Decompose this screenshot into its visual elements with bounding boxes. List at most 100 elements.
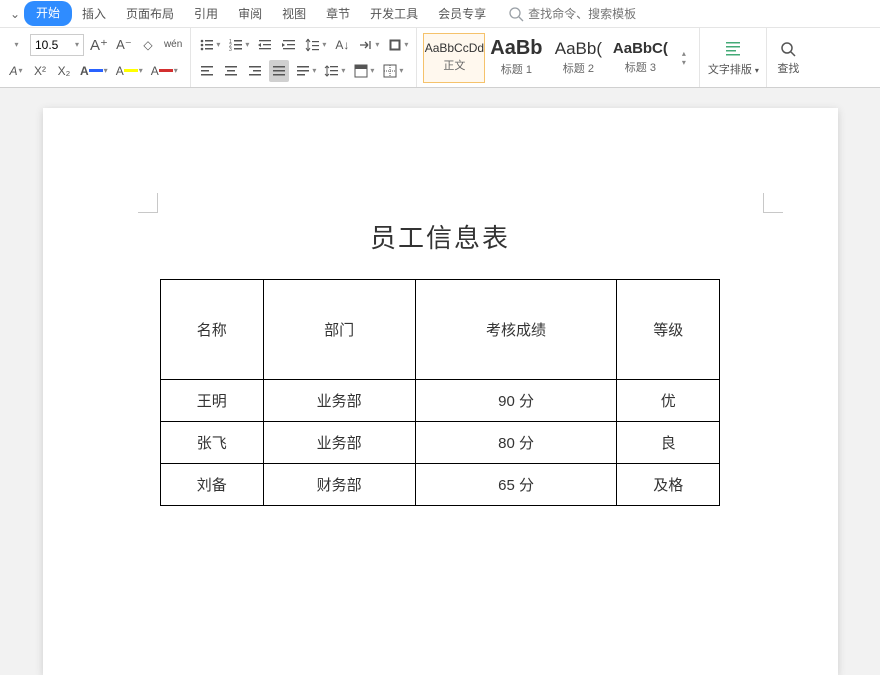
style-正文[interactable]: AaBbCcDd正文	[423, 33, 485, 83]
sort-button[interactable]: A↓	[332, 34, 352, 56]
margin-corner-tl	[138, 193, 158, 213]
file-menu-trigger[interactable]: ⌄	[6, 7, 24, 21]
grow-font-button[interactable]: A⁺	[88, 34, 110, 56]
tab-开始[interactable]: 开始	[24, 1, 72, 26]
document-title[interactable]: 员工信息表	[143, 218, 738, 255]
style-label: 标题 2	[563, 60, 594, 76]
table-cell[interactable]: 优	[617, 380, 720, 422]
decrease-indent-button[interactable]	[255, 34, 275, 56]
style-标题 1[interactable]: AaBb标题 1	[485, 33, 547, 83]
table-header-cell[interactable]: 考核成绩	[415, 280, 617, 380]
font-size-combo[interactable]: ▾	[30, 34, 84, 56]
line-spacing-button[interactable]: ▾	[303, 34, 328, 56]
align-distributed-button[interactable]: ▾	[293, 60, 318, 82]
font-color-button[interactable]: A▾	[149, 60, 180, 82]
align-justify-icon	[271, 63, 287, 79]
table-header-cell[interactable]: 部门	[263, 280, 415, 380]
tabstop-icon	[358, 37, 374, 53]
table-row[interactable]: 刘备财务部65 分及格	[161, 464, 720, 506]
style-preview: AaBb	[490, 38, 542, 58]
align-left-button[interactable]	[197, 60, 217, 82]
table-cell[interactable]: 刘备	[161, 464, 264, 506]
document-page[interactable]: 员工信息表 名称部门考核成绩等级 王明业务部90 分优张飞业务部80 分良刘备财…	[43, 108, 838, 675]
style-label: 正文	[443, 57, 465, 73]
table-cell[interactable]: 90 分	[415, 380, 617, 422]
show-formatting-button[interactable]: ▾	[385, 34, 410, 56]
tab-视图[interactable]: 视图	[272, 1, 316, 26]
table-header-cell[interactable]: 等级	[617, 280, 720, 380]
align-center-icon	[223, 63, 239, 79]
increase-indent-button[interactable]	[279, 34, 299, 56]
tab-引用[interactable]: 引用	[184, 1, 228, 26]
tab-会员专享[interactable]: 会员专享	[428, 1, 496, 26]
shading-icon	[353, 63, 369, 79]
bullets-button[interactable]: ▾	[197, 34, 222, 56]
document-workspace[interactable]: 员工信息表 名称部门考核成绩等级 王明业务部90 分优张飞业务部80 分良刘备财…	[0, 88, 880, 675]
numbering-button[interactable]: 123▾	[226, 34, 251, 56]
chevron-down-icon: ▾	[75, 40, 79, 49]
bullets-icon	[199, 37, 215, 53]
numbering-icon: 123	[228, 37, 244, 53]
outdent-icon	[257, 37, 273, 53]
shading-button[interactable]: ▾	[351, 60, 376, 82]
command-search-input[interactable]	[528, 7, 668, 21]
subscript-button[interactable]: X₂	[54, 60, 74, 82]
phonetic-guide-button[interactable]: wén	[162, 34, 184, 56]
style-preview: AaBb(	[555, 40, 602, 57]
tab-章节[interactable]: 章节	[316, 1, 360, 26]
table-row[interactable]: 王明业务部90 分优	[161, 380, 720, 422]
find-group: 查找	[767, 28, 809, 87]
table-cell[interactable]: 业务部	[263, 380, 415, 422]
table-cell[interactable]: 80 分	[415, 422, 617, 464]
para-spacing-icon	[324, 63, 340, 79]
tab-审阅[interactable]: 审阅	[228, 1, 272, 26]
align-right-icon	[247, 63, 263, 79]
style-label: 标题 3	[625, 59, 656, 75]
find-button[interactable]: 查找	[773, 40, 803, 76]
text-layout-icon	[723, 39, 743, 59]
table-cell[interactable]: 良	[617, 422, 720, 464]
table-cell[interactable]: 财务部	[263, 464, 415, 506]
style-标题 2[interactable]: AaBb( 标题 2	[547, 33, 609, 83]
find-icon	[779, 40, 797, 58]
table-cell[interactable]: 业务部	[263, 422, 415, 464]
linespacing-icon	[305, 37, 321, 53]
clear-formatting-button[interactable]: ◇	[138, 34, 158, 56]
command-search[interactable]	[508, 6, 668, 22]
search-icon	[508, 6, 524, 22]
table-header-cell[interactable]: 名称	[161, 280, 264, 380]
tab-插入[interactable]: 插入	[72, 1, 116, 26]
align-center-button[interactable]	[221, 60, 241, 82]
borders-button[interactable]: ▾	[380, 60, 405, 82]
shrink-font-button[interactable]: A⁻	[114, 34, 134, 56]
style-标题 3[interactable]: AaBbC( 标题 3	[609, 33, 671, 83]
pilcrow-icon	[387, 37, 403, 53]
table-row[interactable]: 张飞业务部80 分良	[161, 422, 720, 464]
indent-icon	[281, 37, 297, 53]
table-cell[interactable]: 65 分	[415, 464, 617, 506]
table-cell[interactable]: 及格	[617, 464, 720, 506]
align-dist-icon	[295, 63, 311, 79]
table-cell[interactable]: 王明	[161, 380, 264, 422]
tab-页面布局[interactable]: 页面布局	[116, 1, 184, 26]
tab-stops-button[interactable]: ▾	[356, 34, 381, 56]
text-layout-button[interactable]: 文字排版 ▾	[706, 39, 760, 77]
font-family-expand[interactable]: ▾	[6, 34, 26, 56]
margin-corner-tr	[763, 193, 783, 213]
paragraph-spacing-button[interactable]: ▾	[322, 60, 347, 82]
table-header-row[interactable]: 名称部门考核成绩等级	[161, 280, 720, 380]
paragraph-group: ▾ 123▾ ▾ A↓ ▾ ▾ ▾ ▾ ▾ ▾	[191, 28, 417, 87]
align-right-button[interactable]	[245, 60, 265, 82]
text-effects-button[interactable]: A▾	[78, 60, 110, 82]
font-group: ▾ ▾ A⁺ A⁻ ◇ wén A▾ X² X₂ A▾ A▾ A▾	[0, 28, 191, 87]
tab-开发工具[interactable]: 开发工具	[360, 1, 428, 26]
align-justify-button[interactable]	[269, 60, 289, 82]
employee-table[interactable]: 名称部门考核成绩等级 王明业务部90 分优张飞业务部80 分良刘备财务部65 分…	[160, 279, 720, 506]
table-cell[interactable]: 张飞	[161, 422, 264, 464]
font-size-input[interactable]	[35, 38, 71, 52]
styles-more-button[interactable]: ▴▾	[673, 38, 693, 78]
superscript-button[interactable]: X²	[30, 60, 50, 82]
format-painter-button[interactable]: A▾	[6, 60, 26, 82]
style-preview: AaBbC(	[613, 41, 668, 56]
highlight-color-button[interactable]: A▾	[114, 60, 145, 82]
